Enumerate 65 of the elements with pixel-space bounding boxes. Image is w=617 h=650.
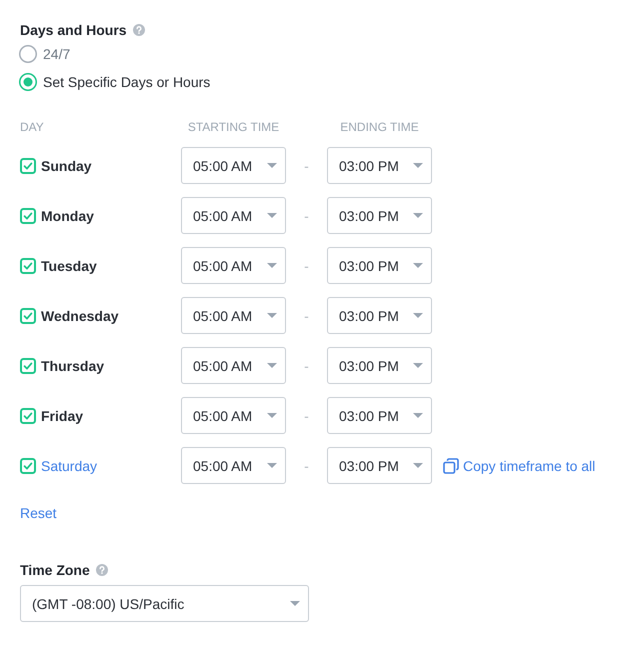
radio-label: Set Specific Days or Hours (43, 74, 210, 90)
time-separator: - (304, 258, 309, 274)
day-name: Sunday (41, 158, 92, 174)
end-time-select[interactable]: 03:00 PM (327, 447, 432, 484)
start-time-select[interactable]: 05:00 AM (181, 147, 286, 184)
end-time-select[interactable]: 03:00 PM (327, 247, 432, 284)
radio-button[interactable] (19, 73, 37, 91)
caret-icon (413, 413, 423, 418)
day-name: Thursday (41, 358, 104, 374)
caret-icon (413, 213, 423, 218)
caret-icon (413, 263, 423, 268)
column-header: STARTING TIME (188, 119, 280, 136)
day-name: Friday (41, 408, 84, 424)
caret-icon (413, 163, 423, 168)
start-time-select[interactable]: 05:00 AM (181, 347, 286, 384)
start-time-select[interactable]: 05:00 AM (181, 297, 286, 334)
caret-icon (267, 313, 277, 318)
caret-icon (267, 213, 277, 218)
reset-link[interactable]: Reset (20, 505, 57, 521)
column-header: ENDING TIME (340, 119, 419, 136)
checkbox[interactable] (20, 308, 36, 324)
end-time-select[interactable]: 03:00 PM (327, 147, 432, 184)
start-time-select[interactable]: 05:00 AM (181, 247, 286, 284)
copy-timeframe-link[interactable]: Copy timeframe to all (463, 458, 596, 474)
day-name: Tuesday (41, 258, 97, 274)
start-time-select[interactable]: 05:00 AM (181, 197, 286, 234)
time-separator: - (304, 458, 309, 474)
checkbox[interactable] (20, 208, 36, 224)
caret-icon (413, 463, 423, 468)
time-zone-label: Time Zone (20, 562, 90, 578)
caret-icon (413, 313, 423, 318)
checkbox[interactable] (20, 408, 36, 424)
checkbox[interactable] (20, 358, 36, 374)
day-name: Monday (41, 208, 94, 224)
radio-button[interactable] (19, 45, 37, 63)
end-time-select[interactable]: 03:00 PM (327, 347, 432, 384)
copy-icon[interactable] (443, 458, 459, 474)
caret-icon (267, 163, 277, 168)
caret-icon (267, 263, 277, 268)
start-time-select[interactable]: 05:00 AM (181, 397, 286, 434)
day-name: Saturday (41, 458, 98, 474)
time-separator: - (304, 208, 309, 224)
help-icon[interactable] (96, 564, 108, 576)
section-title: Days and Hours (20, 22, 127, 38)
start-time-select[interactable]: 05:00 AM (181, 447, 286, 484)
caret-icon (267, 363, 277, 368)
column-header: DAY (20, 119, 44, 136)
time-separator: - (304, 158, 309, 174)
time-separator: - (304, 408, 309, 424)
checkbox[interactable] (20, 458, 36, 474)
end-time-select[interactable]: 03:00 PM (327, 197, 432, 234)
caret-icon (290, 601, 300, 606)
caret-icon (413, 363, 423, 368)
time-zone-select[interactable]: (GMT -08:00) US/Pacific (20, 585, 309, 622)
time-separator: - (304, 308, 309, 324)
checkbox[interactable] (20, 158, 36, 174)
time-separator: - (304, 358, 309, 374)
checkbox[interactable] (20, 258, 36, 274)
end-time-select[interactable]: 03:00 PM (327, 297, 432, 334)
caret-icon (267, 463, 277, 468)
caret-icon (267, 413, 277, 418)
day-name: Wednesday (41, 308, 119, 324)
help-icon[interactable] (132, 24, 145, 36)
end-time-select[interactable]: 03:00 PM (327, 397, 432, 434)
radio-label: 24/7 (43, 46, 70, 62)
